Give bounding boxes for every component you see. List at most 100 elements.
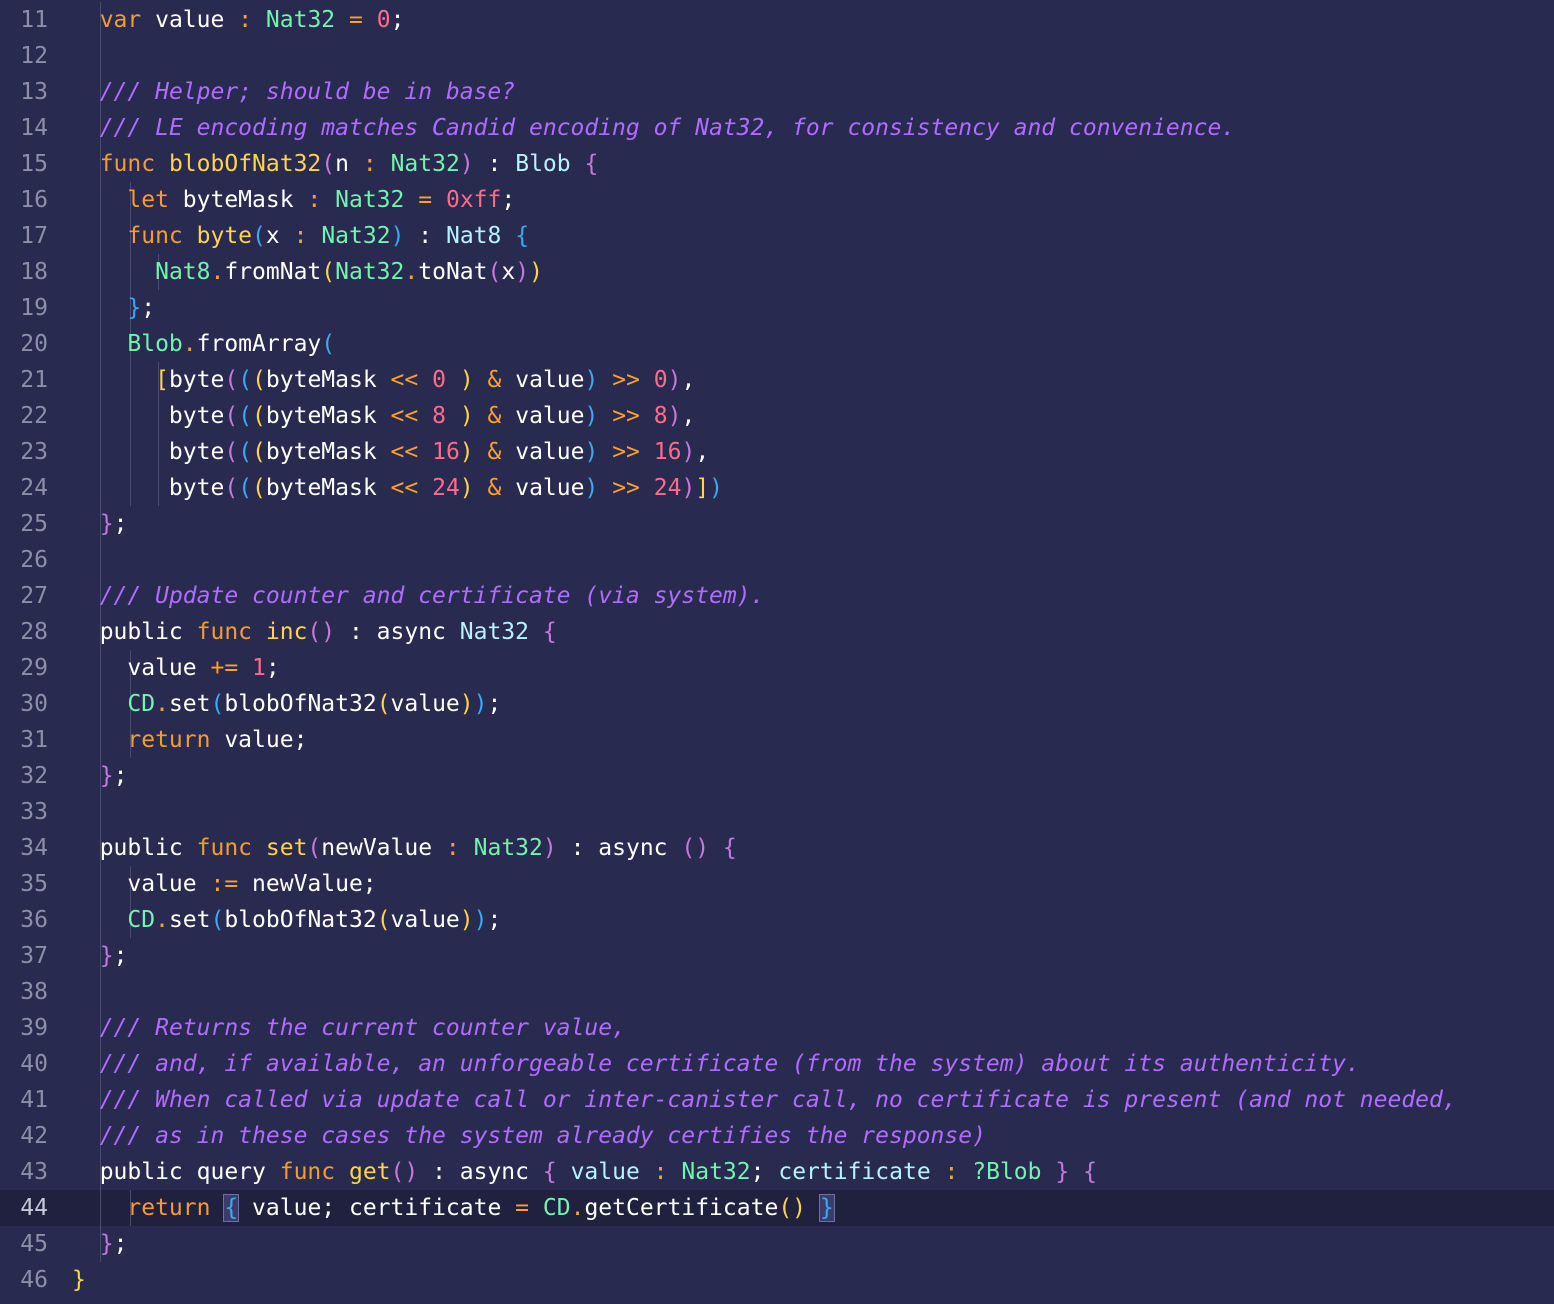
code-text: }; — [72, 758, 128, 794]
code-line[interactable]: 22 byte(((byteMask << 8 ) & value) >> 8)… — [0, 398, 1554, 434]
code-token: ) — [681, 475, 696, 501]
code-line[interactable]: 14 /// LE encoding matches Candid encodi… — [0, 110, 1554, 146]
code-token: value — [390, 907, 460, 933]
code-token: & — [487, 439, 502, 465]
code-token: 24 — [653, 475, 682, 501]
code-token: ( — [252, 367, 266, 393]
code-line[interactable]: 32 }; — [0, 758, 1554, 794]
code-line[interactable]: 20 Blob.fromArray( — [0, 326, 1554, 362]
code-line[interactable]: 30 CD.set(blobOfNat32(value)); — [0, 686, 1554, 722]
code-token: fromArray — [196, 331, 322, 357]
code-line[interactable]: 17 func byte(x : Nat32) : Nat8 { — [0, 218, 1554, 254]
code-token: value — [390, 691, 460, 717]
line-number: 35 — [20, 871, 48, 897]
code-line[interactable]: 38 — [0, 974, 1554, 1010]
code-line[interactable]: 26 — [0, 542, 1554, 578]
code-line[interactable]: 33 — [0, 794, 1554, 830]
code-line[interactable]: 34 public func set(newValue : Nat32) : a… — [0, 830, 1554, 866]
code-token: Nat8 — [155, 259, 211, 285]
code-token: : async — [418, 1159, 543, 1185]
code-line[interactable]: 24 byte(((byteMask << 24) & value) >> 24… — [0, 470, 1554, 506]
code-token: ) — [459, 151, 474, 177]
code-token: byte — [72, 439, 225, 465]
code-token: ( — [252, 439, 266, 465]
code-line[interactable]: 35 value := newValue; — [0, 866, 1554, 902]
code-token: } — [72, 1267, 86, 1293]
code-line[interactable]: 19 }; — [0, 290, 1554, 326]
code-token: fromNat — [224, 259, 322, 285]
code-token: ; — [141, 295, 156, 321]
code-line[interactable]: 43 public query func get() : async { val… — [0, 1154, 1554, 1190]
code-line[interactable]: 29 value += 1; — [0, 650, 1554, 686]
code-token: public — [72, 835, 197, 861]
code-token: . — [155, 691, 169, 717]
code-token: : — [404, 223, 446, 249]
code-token: blobOfNat32 — [168, 151, 322, 177]
code-line[interactable]: 36 CD.set(blobOfNat32(value)); — [0, 902, 1554, 938]
code-token: ( — [210, 907, 225, 933]
code-token: 1 — [252, 655, 266, 681]
code-text: /// LE encoding matches Candid encoding … — [72, 110, 1235, 146]
code-token: byte — [72, 475, 225, 501]
code-token: value — [501, 439, 585, 465]
code-line[interactable]: 27 /// Update counter and certificate (v… — [0, 578, 1554, 614]
code-line[interactable]: 23 byte(((byteMask << 16) & value) >> 16… — [0, 434, 1554, 470]
code-token: value — [501, 367, 585, 393]
code-line[interactable]: 40 /// and, if available, an unforgeable… — [0, 1046, 1554, 1082]
code-token: . — [404, 259, 419, 285]
code-text: } — [72, 1262, 86, 1298]
code-text: public query func get() : async { value … — [72, 1154, 1097, 1190]
code-token: : — [473, 151, 516, 177]
code-line[interactable]: 13 /// Helper; should be in base? — [0, 74, 1554, 110]
code-token: ) — [459, 367, 474, 393]
code-line[interactable]: 28 public func inc() : async Nat32 { — [0, 614, 1554, 650]
code-token: } — [1055, 1159, 1070, 1185]
code-line[interactable]: 15 func blobOfNat32(n : Nat32) : Blob { — [0, 146, 1554, 182]
code-line[interactable]: 25 }; — [0, 506, 1554, 542]
code-text: }; — [72, 290, 155, 326]
code-token: ; — [113, 763, 128, 789]
code-line[interactable]: 21 [byte(((byteMask << 0 ) & value) >> 0… — [0, 362, 1554, 398]
code-line[interactable]: 42 /// as in these cases the system alre… — [0, 1118, 1554, 1154]
code-line[interactable]: 18 Nat8.fromNat(Nat32.toNat(x)) — [0, 254, 1554, 290]
code-token: let — [127, 187, 169, 213]
code-line[interactable]: 16 let byteMask : Nat32 = 0xff; — [0, 182, 1554, 218]
code-token: byte — [72, 403, 225, 429]
indent-guide — [100, 974, 101, 1010]
code-text: CD.set(blobOfNat32(value)); — [72, 686, 501, 722]
code-token: /// as in these cases the system already… — [99, 1123, 986, 1149]
code-line[interactable]: 39 /// Returns the current counter value… — [0, 1010, 1554, 1046]
line-number: 42 — [20, 1123, 48, 1149]
code-line[interactable]: 11 var value : Nat32 = 0; — [0, 2, 1554, 38]
code-token: ( — [224, 439, 239, 465]
line-number: 24 — [20, 475, 48, 501]
code-editor[interactable]: 11 var value : Nat32 = 0; 12 13 /// Helper… — [0, 2, 1554, 1298]
code-token: ; — [390, 7, 405, 33]
code-line[interactable]: 41 /// When called via update call or in… — [0, 1082, 1554, 1118]
code-token: /// Helper; should be in base? — [99, 79, 516, 105]
code-token: , — [681, 403, 696, 429]
code-line[interactable]: 31 return value; — [0, 722, 1554, 758]
code-token: ( — [224, 403, 239, 429]
code-token: ) — [542, 835, 557, 861]
code-line[interactable]: 12 — [0, 38, 1554, 74]
code-token: value — [141, 7, 239, 33]
code-token: ) — [390, 223, 405, 249]
code-line[interactable]: 46} — [0, 1262, 1554, 1298]
code-line[interactable]: 45 }; — [0, 1226, 1554, 1262]
code-line[interactable]: 44 return { value; certificate = CD.getC… — [0, 1190, 1554, 1226]
code-line[interactable]: 37 }; — [0, 938, 1554, 974]
